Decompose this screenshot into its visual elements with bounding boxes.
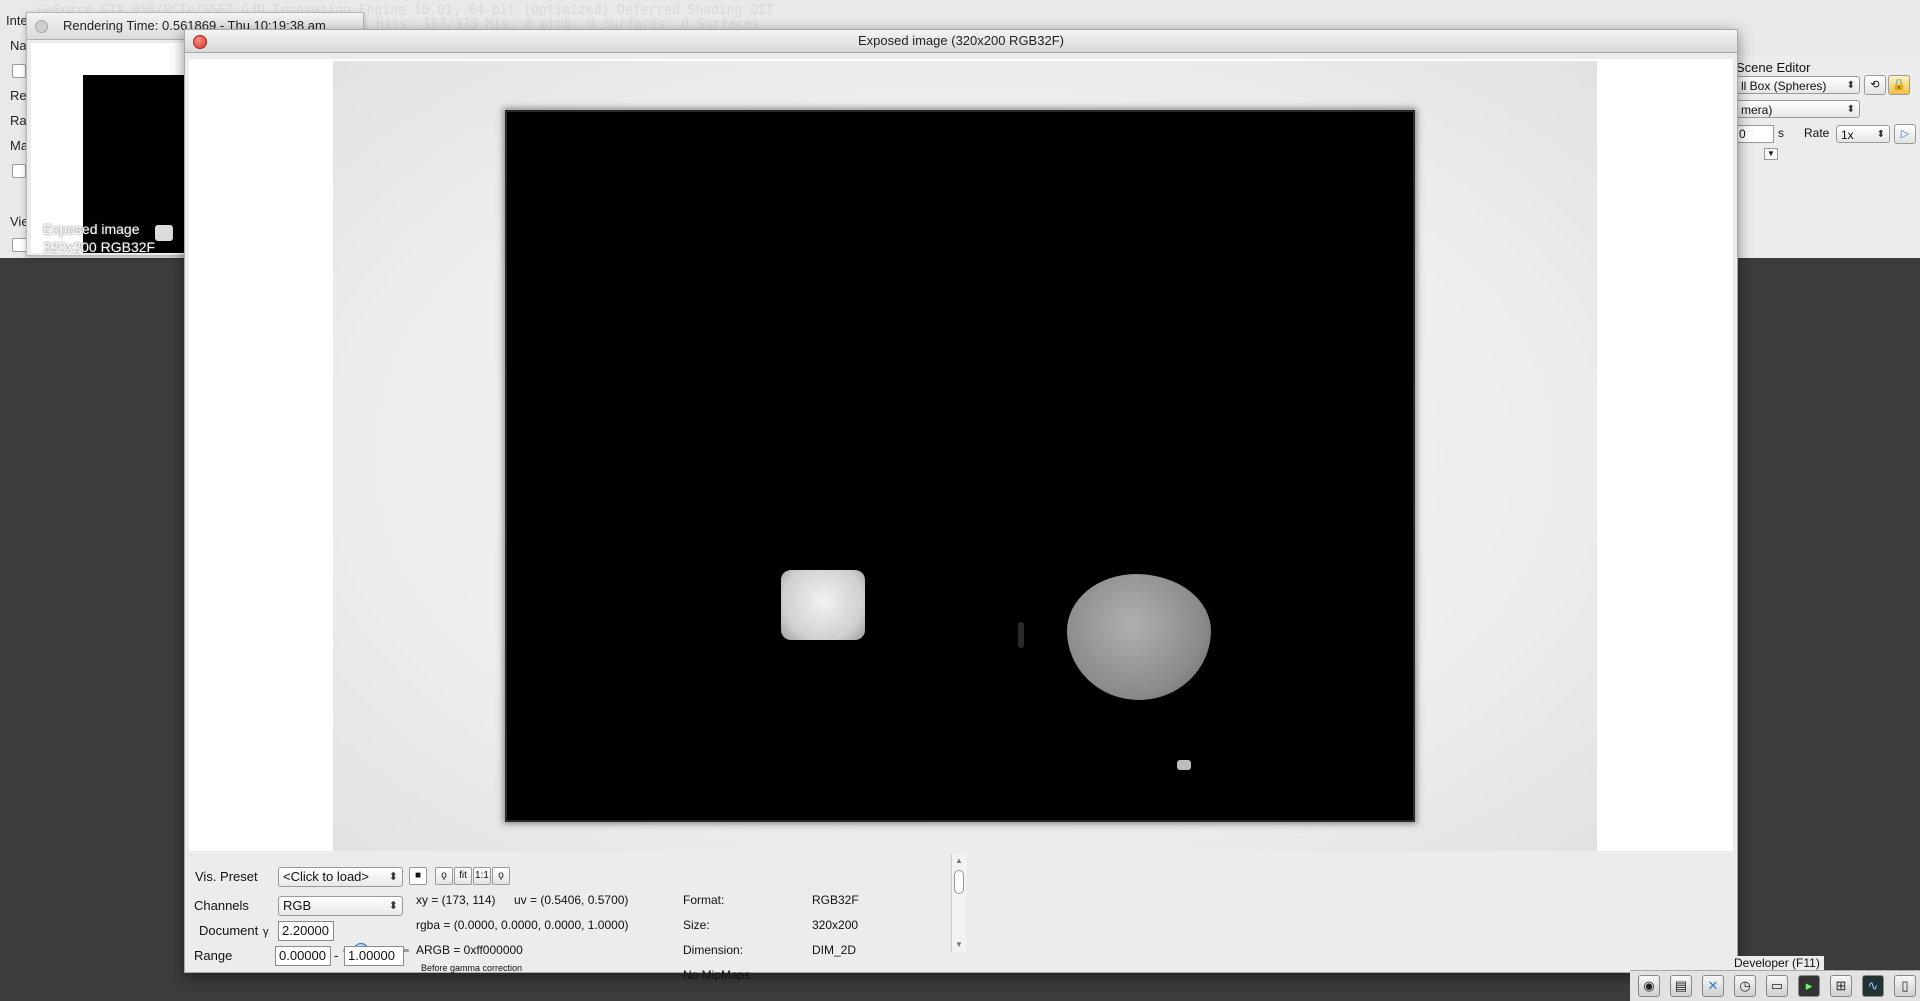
format-value: RGB32F xyxy=(812,893,859,907)
play-button[interactable]: ▷ xyxy=(1894,124,1916,144)
film-icon[interactable]: ▤ xyxy=(1670,975,1692,997)
scene-icon[interactable]: ⊞ xyxy=(1830,975,1852,997)
thumbnail-format: 320x200 RGB32F xyxy=(43,239,156,255)
image-viewport[interactable] xyxy=(189,59,1733,851)
range-min-field[interactable]: 0.00000 xyxy=(275,946,331,966)
scroll-down-icon[interactable]: ▼ xyxy=(955,940,963,949)
terminal-icon[interactable]: ▸ xyxy=(1798,975,1820,997)
size-value: 320x200 xyxy=(812,918,859,932)
clock-icon[interactable]: ◷ xyxy=(1734,975,1756,997)
info-icon[interactable]: ϙ xyxy=(492,867,510,885)
developer-label: Developer (F11) xyxy=(1730,956,1824,970)
vis-preset-label: Vis. Preset xyxy=(195,869,258,884)
notes-icon[interactable]: ▭ xyxy=(1766,975,1788,997)
mipmaps-info: No MipMaps xyxy=(683,968,751,982)
gamma-symbol: γ xyxy=(263,926,269,938)
range-label: Range xyxy=(194,948,233,963)
scene-editor-panel: Scene Editor ll Box (Spheres) ⟲ 🔒 mera) … xyxy=(1736,56,1920,258)
rate-select[interactable]: 1x xyxy=(1836,125,1890,144)
rate-label: Rate xyxy=(1804,126,1830,140)
reload-scene-button[interactable]: ⟲ xyxy=(1864,75,1886,95)
fit-button[interactable]: fit xyxy=(454,867,472,885)
thumbnail-object xyxy=(155,225,173,241)
channels-select[interactable]: RGB xyxy=(278,896,403,916)
camera-select[interactable]: mera) xyxy=(1736,100,1860,119)
scroll-up-icon[interactable]: ▲ xyxy=(955,856,963,865)
scrollbar-thumb[interactable] xyxy=(954,870,964,894)
channels-label: Channels xyxy=(194,898,249,913)
xy-readout: xy = (173, 114) xyxy=(416,893,496,907)
scene-select[interactable]: ll Box (Spheres) xyxy=(1736,76,1860,95)
thumbnail-panel: Exposed image 320x200 RGB32F xyxy=(31,43,191,255)
rgba-readout: rgba = (0.0000, 0.0000, 0.0000, 1.0000) xyxy=(416,918,629,932)
rendered-speck-object xyxy=(1018,622,1024,648)
save-icon[interactable]: ■ xyxy=(409,867,427,885)
render-window-close-icon[interactable] xyxy=(35,20,48,33)
rendered-sphere-object xyxy=(1067,574,1211,700)
size-label: Size: xyxy=(683,918,710,932)
bg-label-ra: Ra xyxy=(10,113,27,128)
time-unit: s xyxy=(1778,126,1784,140)
argb-readout: ARGB = 0xff000000 xyxy=(416,943,523,957)
bg-checkbox[interactable] xyxy=(12,64,26,78)
lock-icon[interactable]: 🔒 xyxy=(1888,75,1910,95)
camera-icon[interactable]: ◉ xyxy=(1638,975,1660,997)
main-window-close-icon[interactable] xyxy=(193,35,207,49)
range-max-field[interactable]: 1.00000 xyxy=(344,946,404,966)
graph-icon[interactable]: ∿ xyxy=(1862,975,1884,997)
expand-chevron-icon[interactable]: ▼ xyxy=(1764,148,1778,160)
bg-checkbox-2[interactable] xyxy=(12,164,26,178)
dimension-label: Dimension: xyxy=(683,943,744,957)
rendered-cube-object xyxy=(781,570,865,640)
document-label: Document xyxy=(199,923,259,938)
bg-label-inte: Inte xyxy=(6,13,28,28)
rendered-light-object xyxy=(1177,760,1191,770)
tools-icon[interactable]: ✕ xyxy=(1702,975,1724,997)
scene-editor-title: Scene Editor xyxy=(1736,60,1811,75)
time-field[interactable]: 0 xyxy=(1736,125,1774,143)
main-window-title: Exposed image (320x200 RGB32F) xyxy=(858,33,1064,48)
uv-readout: uv = (0.5406, 0.5700) xyxy=(514,893,629,907)
rendered-image[interactable] xyxy=(507,112,1413,820)
image-display-area[interactable] xyxy=(333,61,1597,851)
gamma-note: Before gamma correction xyxy=(421,963,523,973)
developer-dock: ◉ ▤ ✕ ◷ ▭ ▸ ⊞ ∿ ▯ xyxy=(1630,970,1920,1001)
exposed-image-window: Exposed image (320x200 RGB32F) Vis. Pres… xyxy=(184,29,1738,982)
eyedropper-icon[interactable]: ϙ xyxy=(435,867,453,885)
thumbnail-caption: Exposed image xyxy=(43,221,140,237)
bg-label-re: Re xyxy=(10,88,27,103)
gamma-field[interactable]: 2.20000 xyxy=(278,921,334,941)
image-controls-panel: Vis. Preset <Click to load> ■ ϙ fit 1:1 … xyxy=(185,854,1737,982)
vis-preset-select[interactable]: <Click to load> xyxy=(278,867,403,887)
bg-label-na: Na xyxy=(10,38,27,53)
main-window-titlebar: Exposed image (320x200 RGB32F) xyxy=(185,30,1737,53)
range-separator: - xyxy=(334,948,339,963)
one-to-one-button[interactable]: 1:1 xyxy=(473,867,491,885)
dimension-value: DIM_2D xyxy=(812,943,857,957)
info-scrollbar[interactable]: ▲ ▼ xyxy=(951,854,966,952)
format-label: Format: xyxy=(683,893,725,907)
page-icon[interactable]: ▯ xyxy=(1894,975,1916,997)
